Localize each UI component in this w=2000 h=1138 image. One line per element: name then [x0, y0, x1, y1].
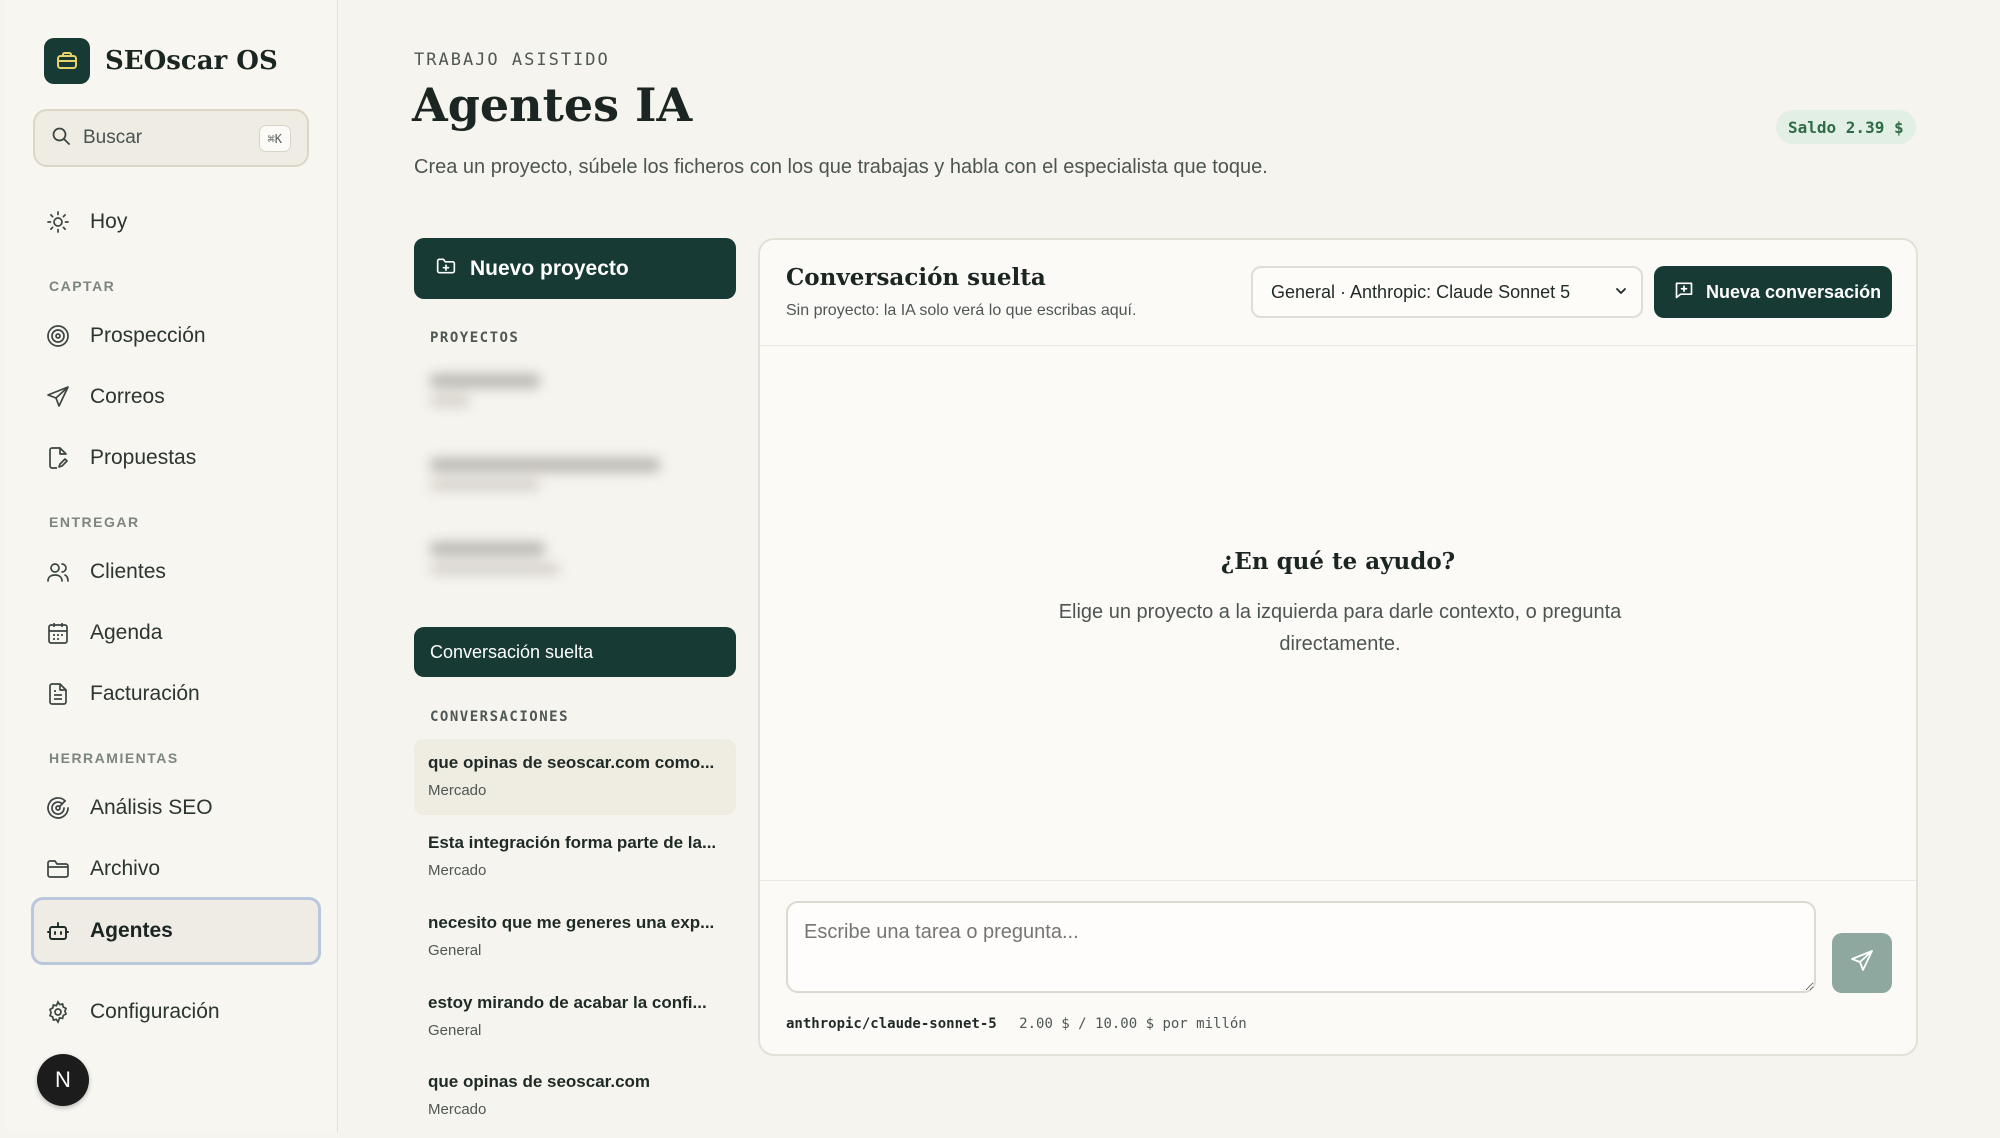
sidebar-item-agenda[interactable]: Agenda: [44, 609, 162, 657]
conversation-title: necesito que me generes una exp...: [428, 913, 715, 932]
model-footer: anthropic/claude-sonnet-5 2.00 $ / 10.00…: [786, 1016, 1247, 1032]
chat-header: Conversación suelta Sin proyecto: la IA …: [760, 240, 1916, 346]
conversation-agent: Mercado: [428, 862, 487, 879]
model-price: 2.00 $ / 10.00 $ por millón: [1019, 1016, 1247, 1032]
sun-icon: [44, 208, 72, 236]
avatar[interactable]: N: [37, 1054, 89, 1106]
sidebar-item-label: Facturación: [90, 682, 200, 705]
new-conversation-button[interactable]: Nueva conversación: [1654, 266, 1892, 318]
conversation-agent: Mercado: [428, 782, 487, 799]
app-name: SEOscar OS: [105, 46, 278, 76]
conversations-section-label: CONVERSACIONES: [430, 709, 570, 725]
conversation-title: estoy mirando de acabar la confi...: [428, 993, 707, 1012]
conversation-title: Esta integración forma parte de la...: [428, 833, 717, 852]
page-eyebrow: TRABAJO ASISTIDO: [414, 50, 610, 70]
conversation-item[interactable]: que opinas de seoscar.com Mercado: [414, 1058, 736, 1134]
sidebar-item-configuracion[interactable]: Configuración: [44, 988, 220, 1036]
chat-subtitle: Sin proyecto: la IA solo verá lo que esc…: [786, 302, 1137, 319]
sidebar-item-correos[interactable]: Correos: [44, 373, 165, 421]
page-title: Agentes IA: [412, 78, 693, 132]
loose-conversation-button[interactable]: Conversación suelta: [414, 627, 736, 677]
conversation-item[interactable]: que opinas de seoscar.com como... Mercad…: [414, 739, 736, 815]
message-plus-icon: [1674, 280, 1694, 305]
sidebar-item-analisis-seo[interactable]: Análisis SEO: [44, 784, 213, 832]
briefcase-icon: [44, 38, 90, 84]
conversation-item[interactable]: estoy mirando de acabar la confi... Gene…: [414, 979, 736, 1055]
project-item-redacted[interactable]: [430, 458, 660, 490]
brand[interactable]: SEOscar OS: [44, 38, 278, 84]
sidebar-item-facturacion[interactable]: Facturación: [44, 670, 200, 718]
composer-divider: [760, 880, 1916, 881]
project-item-redacted[interactable]: [430, 542, 560, 574]
new-project-button[interactable]: Nuevo proyecto: [414, 238, 736, 299]
new-project-label: Nuevo proyecto: [470, 256, 629, 280]
message-input[interactable]: [786, 901, 1816, 993]
sidebar-item-clientes[interactable]: Clientes: [44, 548, 166, 596]
send-button[interactable]: [1832, 933, 1892, 993]
conversation-title: que opinas de seoscar.com: [428, 1072, 651, 1091]
calendar-icon: [44, 619, 72, 647]
sidebar-item-prospeccion[interactable]: Prospección: [44, 312, 206, 360]
sidebar-item-label: Configuración: [90, 1000, 220, 1023]
sidebar-item-hoy[interactable]: Hoy: [44, 198, 127, 246]
nav-section-entregar: ENTREGAR: [49, 514, 140, 530]
nav-section-captar: CAPTAR: [49, 278, 116, 294]
folder-plus-icon: [436, 256, 456, 282]
model-select[interactable]: General · Anthropic: Claude Sonnet 5: [1251, 266, 1643, 318]
balance-badge: Saldo 2.39 $: [1776, 110, 1916, 144]
model-select-value: General · Anthropic: Claude Sonnet 5: [1271, 281, 1571, 302]
send-icon: [1850, 949, 1874, 978]
conversation-agent: General: [428, 1022, 482, 1039]
conversation-title: que opinas de seoscar.com como...: [428, 753, 715, 772]
sidebar-item-label: Archivo: [90, 857, 161, 880]
gear-icon: [44, 998, 72, 1026]
chat-panel: Conversación suelta Sin proyecto: la IA …: [758, 238, 1918, 1056]
conversation-item[interactable]: necesito que me generes una exp... Gener…: [414, 899, 736, 975]
sidebar-item-label: Correos: [90, 385, 165, 408]
sidebar-item-propuestas[interactable]: Propuestas: [44, 434, 196, 482]
search-label: Buscar: [83, 127, 143, 148]
sidebar-item-label: Prospección: [90, 324, 206, 347]
projects-section-label: PROYECTOS: [430, 330, 520, 346]
users-icon: [44, 558, 72, 586]
nav-section-herramientas: HERRAMIENTAS: [49, 750, 179, 766]
new-conversation-label: Nueva conversación: [1706, 281, 1882, 302]
radar-icon: [44, 794, 72, 822]
model-id: anthropic/claude-sonnet-5: [786, 1016, 997, 1032]
invoice-icon: [44, 680, 72, 708]
chat-title: Conversación suelta: [786, 264, 1046, 291]
sidebar: SEOscar OS Buscar ⌘K Hoy CAPTAR Prospecc…: [6, 0, 338, 1132]
project-item-redacted[interactable]: [430, 374, 540, 406]
sidebar-item-label: Clientes: [90, 560, 166, 583]
robot-icon: [44, 917, 72, 945]
empty-state-title: ¿En qué te ayudo?: [1220, 548, 1456, 575]
send-icon: [44, 383, 72, 411]
chevron-down-icon: [1613, 283, 1629, 304]
conversation-item[interactable]: Esta integración forma parte de la... Me…: [414, 819, 736, 895]
sidebar-item-label: Propuestas: [90, 446, 197, 469]
page-description: Crea un proyecto, súbele los ficheros co…: [414, 156, 1268, 178]
sidebar-item-label: Agenda: [90, 621, 163, 644]
conversation-agent: Mercado: [428, 1101, 487, 1118]
folder-icon: [44, 855, 72, 883]
sidebar-item-archivo[interactable]: Archivo: [44, 845, 160, 893]
sidebar-item-agentes[interactable]: Agentes: [44, 907, 173, 955]
sidebar-item-label: Análisis SEO: [90, 796, 213, 819]
sidebar-item-label: Agentes: [90, 919, 173, 942]
sidebar-item-label: Hoy: [90, 210, 128, 233]
target-icon: [44, 322, 72, 350]
search-box[interactable]: Buscar ⌘K: [33, 109, 309, 167]
empty-state-description: Elige un proyecto a la izquierda para da…: [1058, 601, 1622, 655]
conversation-agent: General: [428, 942, 482, 959]
document-edit-icon: [44, 444, 72, 472]
search-icon: [51, 126, 71, 151]
search-shortcut: ⌘K: [258, 125, 291, 152]
